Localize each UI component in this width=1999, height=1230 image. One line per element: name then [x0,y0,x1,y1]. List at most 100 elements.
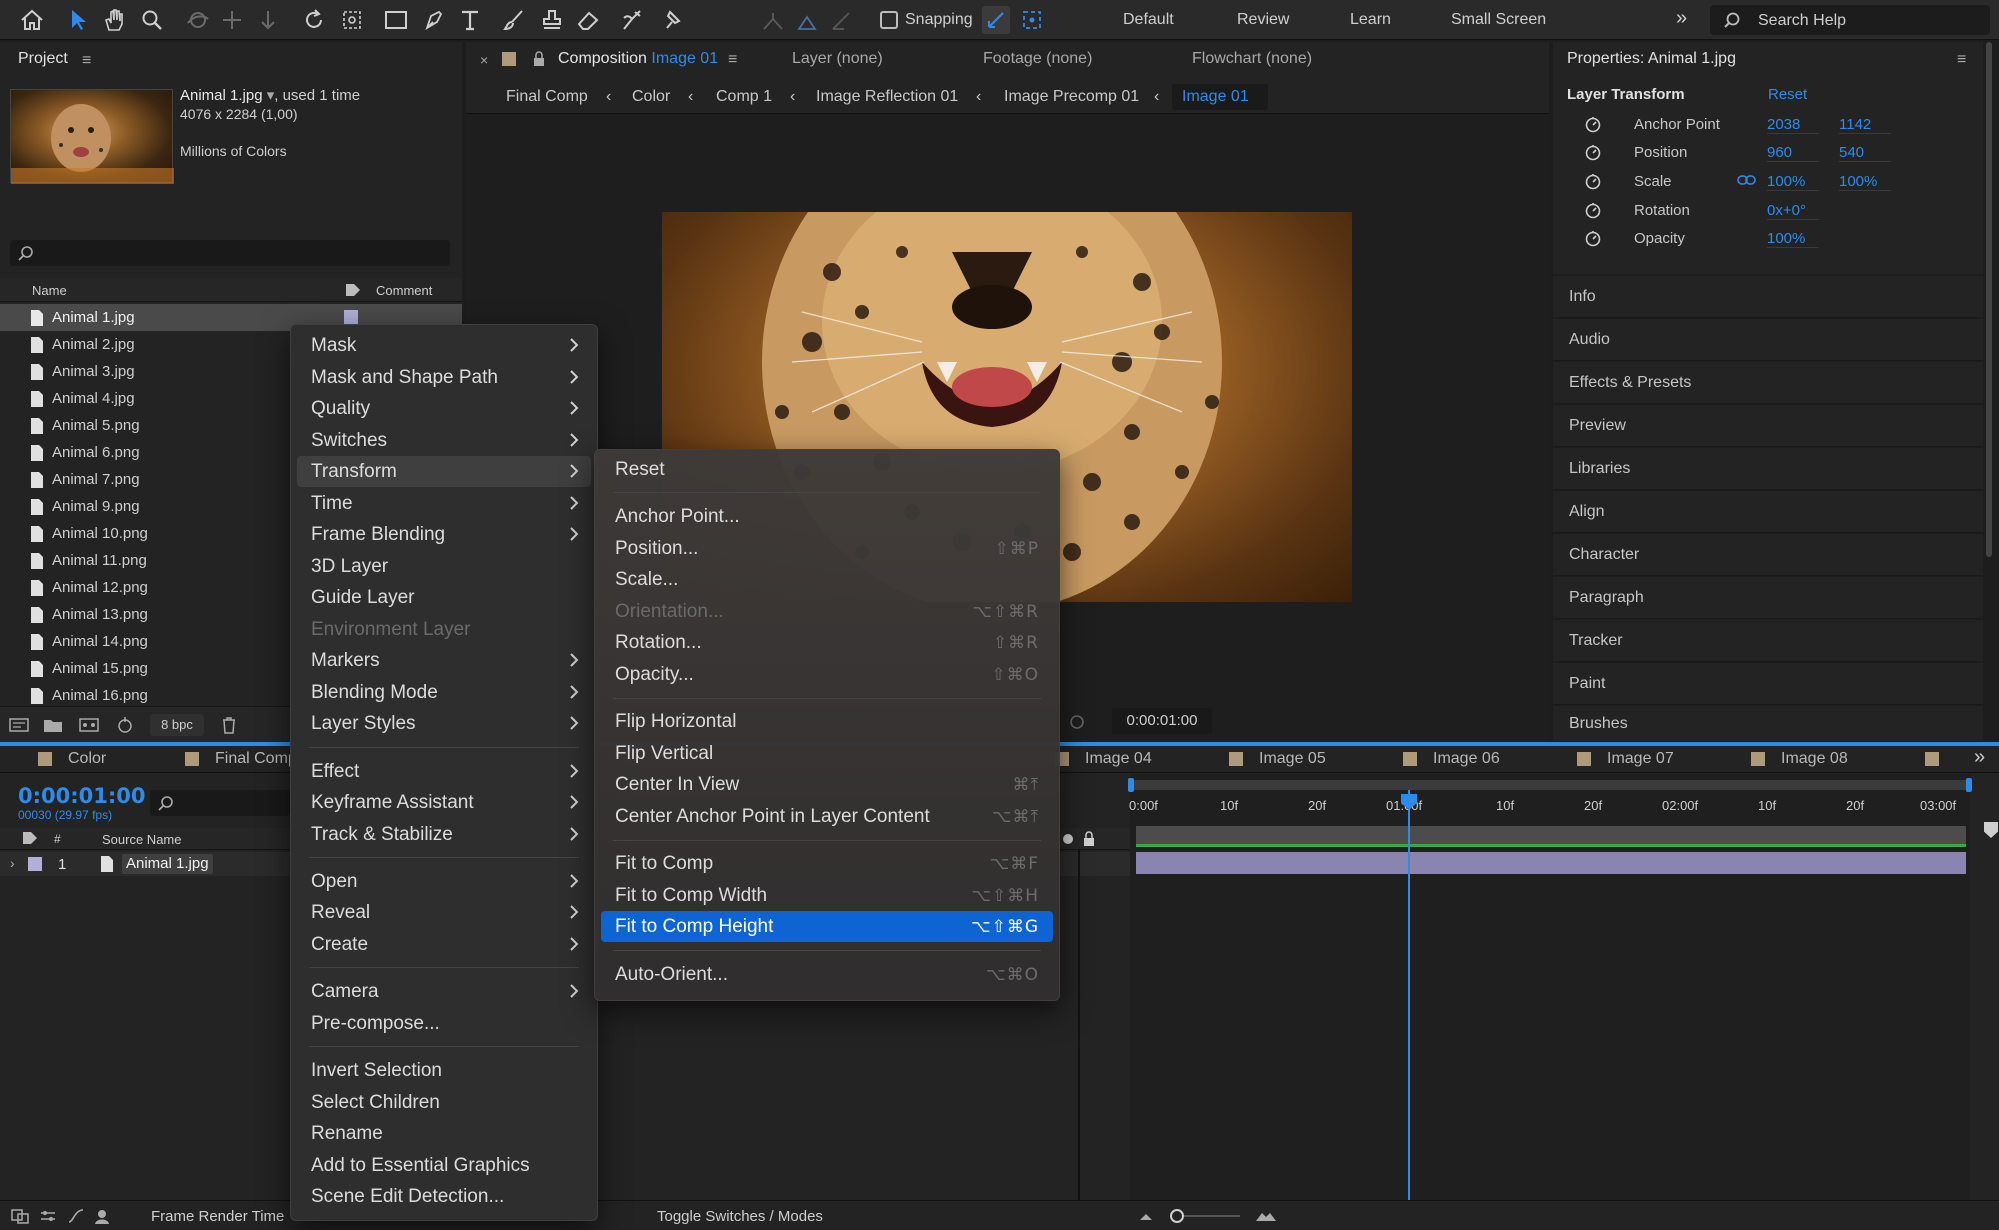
adjust-settings-icon[interactable] [114,715,136,735]
axis-local-icon[interactable] [760,8,786,34]
menu-item-keyframe-assistant[interactable]: Keyframe Assistant [297,787,591,818]
list-item[interactable]: Animal 2.jpg [0,331,135,358]
menu-item-scale[interactable]: Scale... [601,564,1053,595]
rectangle-tool-icon[interactable] [382,6,410,34]
menu-item-open[interactable]: Open [297,866,591,897]
snap-edges-icon[interactable] [982,6,1010,34]
breadcrumb-item[interactable]: Color [632,88,670,106]
menu-item-blending-mode[interactable]: Blending Mode [297,677,591,708]
list-item[interactable]: Animal 10.png [0,520,148,547]
snapping-checkbox[interactable] [880,11,898,29]
list-item[interactable]: Animal 14.png [0,628,148,655]
list-item[interactable]: Animal 16.png [0,682,148,709]
workspace-default[interactable]: Default [1123,11,1174,29]
menu-item-fit-to-comp[interactable]: Fit to Comp ⌥⌘F [601,848,1053,879]
zoom-slider-thumb[interactable] [1170,1209,1184,1223]
menu-item-fit-to-comp-height[interactable]: Fit to Comp Height ⌥⇧⌘G [601,911,1053,942]
menu-item-position[interactable]: Position... ⇧⌘P [601,533,1053,564]
draft-3d-icon[interactable] [92,1207,112,1225]
stopwatch-icon[interactable] [1583,228,1603,248]
composition-tab-label[interactable]: Composition [558,50,647,67]
scale-x[interactable]: 100% [1767,173,1819,191]
opacity-value[interactable]: 100% [1767,230,1819,248]
menu-item-select-children[interactable]: Select Children [297,1087,591,1118]
zoom-out-icon[interactable] [1136,1207,1156,1225]
axis-world-icon[interactable] [794,8,820,34]
stopwatch-icon[interactable] [1583,200,1603,220]
label-tag-icon[interactable] [22,831,38,845]
hand-tool-icon[interactable] [100,6,128,34]
panel-info[interactable]: Info [1553,276,1983,318]
timeline-tab[interactable]: Final Comp [215,750,297,768]
work-area-start-handle[interactable] [1128,778,1134,792]
zoom-in-icon[interactable] [1254,1207,1278,1225]
list-item[interactable]: Animal 13.png [0,601,148,628]
menu-item-rename[interactable]: Rename [297,1118,591,1149]
menu-item-track-stabilize[interactable]: Track & Stabilize [297,819,591,850]
list-item[interactable]: Animal 15.png [0,655,148,682]
work-area-end-handle[interactable] [1966,778,1972,792]
toggle-switches-modes-button[interactable]: Toggle Switches / Modes [657,1208,823,1225]
panel-character[interactable]: Character [1553,534,1983,576]
menu-item-markers[interactable]: Markers [297,645,591,676]
pen-tool-icon[interactable] [420,6,448,34]
interpret-footage-icon[interactable] [8,715,30,735]
menu-item-add-to-essential-graphics[interactable]: Add to Essential Graphics [297,1150,591,1181]
chevron-right-icon[interactable]: › [10,855,15,871]
menu-item-mask-and-shape-path[interactable]: Mask and Shape Path [297,362,591,393]
current-time-display[interactable]: 0:00:01:00 [18,784,145,808]
position-x[interactable]: 960 [1767,144,1819,162]
zoom-tool-icon[interactable] [138,6,166,34]
tab-footage[interactable]: Footage (none) [983,50,1092,68]
panel-brushes[interactable]: Brushes [1553,706,1983,742]
home-icon[interactable] [18,6,46,34]
close-tab-icon[interactable]: × [480,52,488,68]
menu-item-3d-layer[interactable]: 3D Layer [297,551,591,582]
position-y[interactable]: 540 [1839,144,1891,162]
menu-item-reset[interactable]: Reset [601,454,1053,485]
brush-tool-icon[interactable] [500,6,528,34]
selection-tool-icon[interactable] [64,6,92,34]
trash-icon[interactable] [218,715,240,735]
breadcrumb-item[interactable]: Image Precomp 01 [1004,88,1139,106]
scale-y[interactable]: 100% [1839,173,1891,191]
list-item[interactable]: Animal 6.png [0,439,140,466]
menu-item-guide-layer[interactable]: Guide Layer [297,582,591,613]
snap-features-icon[interactable] [1018,6,1046,34]
panel-menu-icon[interactable]: ≡ [728,51,737,69]
menu-item-anchor-point[interactable]: Anchor Point... [601,501,1053,532]
workspace-small-screen[interactable]: Small Screen [1451,11,1546,29]
workspace-learn[interactable]: Learn [1350,11,1391,29]
puppet-pin-tool-icon[interactable] [658,6,686,34]
project-search-input[interactable] [10,240,450,266]
rotation-value[interactable]: 0x+0° [1767,202,1819,220]
work-area-bar[interactable] [1130,780,1970,790]
tab-flowchart[interactable]: Flowchart (none) [1192,50,1312,68]
panel-menu-icon[interactable]: ≡ [1957,51,1966,69]
search-help-box[interactable]: Search Help [1710,5,1990,35]
list-item[interactable]: Animal 5.png [0,412,140,439]
right-scrollbar[interactable] [1986,42,1992,557]
axis-view-icon[interactable] [828,8,854,34]
eraser-tool-icon[interactable] [574,6,602,34]
menu-item-time[interactable]: Time [297,488,591,519]
breadcrumb-item[interactable]: Comp 1 [716,88,772,106]
menu-item-transform[interactable]: Transform [297,456,591,487]
project-title[interactable]: Project [18,50,68,68]
timeline-tab[interactable]: Image 05 [1259,750,1326,768]
label-color-swatch[interactable] [344,310,358,324]
new-folder-icon[interactable] [42,715,64,735]
orbit-camera-icon[interactable] [184,6,212,34]
panel-libraries[interactable]: Libraries [1553,448,1983,490]
transfer-controls-icon[interactable] [38,1207,58,1225]
type-tool-icon[interactable] [456,6,484,34]
list-item[interactable]: Animal 11.png [0,547,147,574]
timeline-search-input[interactable] [150,790,290,816]
menu-item-create[interactable]: Create [297,929,591,960]
menu-item-invert-selection[interactable]: Invert Selection [297,1055,591,1086]
breadcrumb-current[interactable]: Image 01 [1172,84,1268,110]
source-name-header[interactable]: Source Name [102,832,181,847]
bit-depth-button[interactable]: 8 bpc [150,714,204,736]
panel-align[interactable]: Align [1553,491,1983,533]
comment-column-header[interactable]: Comment [376,283,432,298]
